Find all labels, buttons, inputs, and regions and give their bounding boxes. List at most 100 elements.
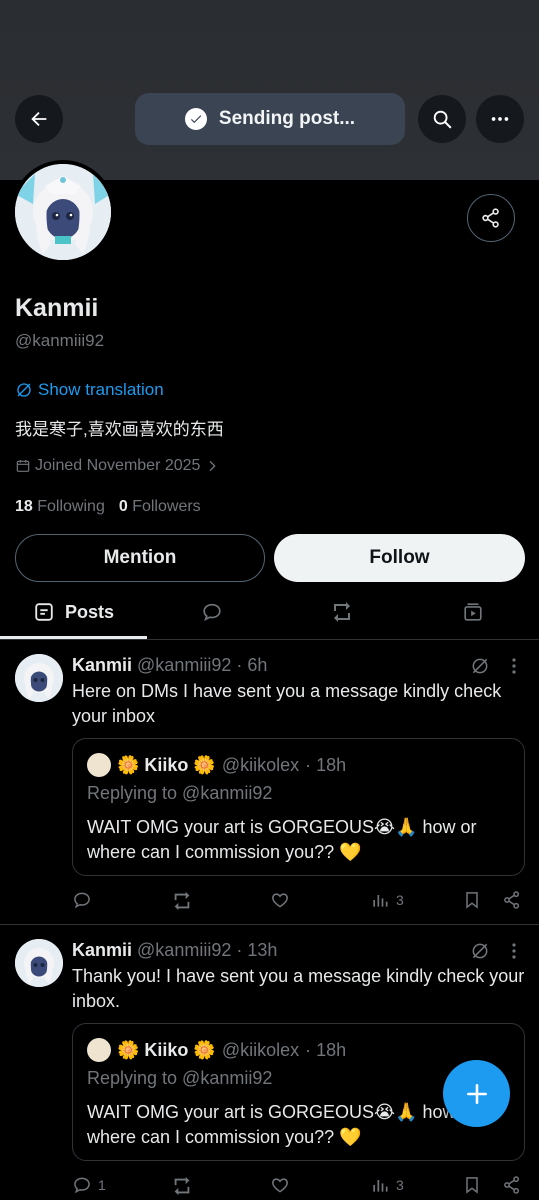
joined-date[interactable]: Joined November 2025 [15,457,220,475]
media-icon [464,603,482,621]
views-count: 3 [396,892,404,908]
quote-handle: @kiikolex [221,754,300,775]
reply-button[interactable]: 1 [72,1175,106,1195]
post-actions: 1 3 [72,1175,527,1199]
grok-icon[interactable] [470,656,490,676]
check-circle-icon [184,108,207,130]
share-icon [504,891,520,909]
more-dots-icon [491,117,509,121]
repost-icon [334,602,350,622]
share-button[interactable] [502,890,522,910]
post-item[interactable]: Kanmii @kanmiii92 · 13h Thank you! I hav… [0,925,539,1200]
profile-bio: 我是寒子,喜欢画喜欢的东西 [15,420,224,439]
reply-count: 1 [98,1177,106,1193]
reply-icon [74,892,90,909]
like-button[interactable] [270,1175,290,1195]
repost-icon [174,891,190,911]
share-icon [504,1176,520,1194]
views-chart-icon [373,1180,388,1192]
quote-header: 🌼 Kiiko 🌼 @kiikolex · 18h [87,753,346,777]
show-translation-link[interactable]: Show translation [15,380,164,400]
search-icon [433,110,452,129]
post-time: · 13h [236,940,278,960]
quoted-post[interactable]: 🌼 Kiiko 🌼 @kiikolex · 18h Replying to @k… [72,738,525,876]
share-profile-button[interactable] [467,194,515,242]
quote-text: WAIT OMG your art is GORGEOUS😭🙏 how or w… [87,817,477,862]
profile-name: Kanmii [15,294,99,322]
more-options-button[interactable] [476,95,524,143]
followers-label: Followers [132,498,201,515]
toast-text: Sending post... [218,108,356,129]
arrow-left-icon [31,111,47,127]
avatar-illustration [15,164,111,260]
follow-button[interactable]: Follow [274,534,525,582]
reply-button[interactable] [72,890,98,910]
post-more-icon[interactable] [506,656,522,676]
post-author[interactable]: Kanmii [72,940,132,960]
quote-avatar [87,1038,111,1062]
quote-time: · 18h [305,1039,347,1060]
quote-handle: @kiikolex [221,1039,300,1060]
bookmark-button[interactable] [462,890,482,910]
views-button[interactable]: 3 [370,1175,404,1195]
repost-icon [174,1176,190,1196]
following-link[interactable]: 18 Following [15,498,105,516]
profile-banner [0,0,539,180]
chevron-right-icon [209,460,217,472]
bookmark-button[interactable] [462,1175,482,1195]
views-chart-icon [373,895,388,907]
post-text: Here on DMs I have sent you a message ki… [72,681,502,726]
post-more-icon[interactable] [506,941,522,961]
post-header: Kanmii @kanmiii92 · 13h [72,940,277,961]
quote-author: 🌼 Kiiko 🌼 [117,754,216,775]
reply-bubble-icon [203,603,221,622]
following-count: 18 [15,498,33,515]
tab-posts[interactable]: Posts [0,586,147,638]
reply-icon [74,1177,90,1194]
post-author[interactable]: Kanmii [72,655,132,675]
tab-posts-label: Posts [64,601,115,622]
translate-icon [17,383,31,397]
quote-replying-to: Replying to @kanmii92 [87,1068,273,1088]
share-button[interactable] [502,1175,522,1195]
grok-icon[interactable] [470,941,490,961]
search-button[interactable] [418,95,466,143]
quote-time: · 18h [305,754,347,775]
profile-handle: @kanmiii92 [15,331,105,350]
avatar-illustration [15,654,63,702]
share-icon [482,208,499,228]
heart-icon [272,1178,288,1193]
post-item[interactable]: Kanmii @kanmiii92 · 6h Here on DMs I hav… [0,640,539,924]
post-actions: 3 [72,890,527,914]
repost-button[interactable] [171,890,193,912]
post-avatar[interactable] [15,654,63,702]
followers-count: 0 [118,498,128,515]
follow-counts: 18 Following 0 Followers [15,498,201,516]
calendar-icon [16,460,30,472]
show-translation-label: Show translation [38,380,164,399]
heart-icon [272,893,288,908]
tab-media[interactable] [407,586,539,638]
back-button[interactable] [15,95,63,143]
quote-author: 🌼 Kiiko 🌼 [117,1039,216,1060]
posts-icon [35,603,53,621]
active-tab-indicator [0,636,147,639]
sending-post-toast: Sending post... [135,93,405,145]
compose-post-button[interactable] [443,1060,510,1127]
post-header: Kanmii @kanmiii92 · 6h [72,655,267,676]
tab-replies[interactable] [147,586,277,638]
quote-replying-to: Replying to @kanmii92 [87,783,273,803]
post-handle: @kanmiii92 [137,940,232,960]
repost-button[interactable] [171,1175,193,1197]
mention-button[interactable]: Mention [15,534,265,582]
profile-avatar[interactable] [11,160,115,264]
like-button[interactable] [270,890,290,910]
post-text: Thank you! I have sent you a message kin… [72,966,525,1011]
tab-reposts[interactable] [277,586,407,638]
quote-header: 🌼 Kiiko 🌼 @kiikolex · 18h [87,1038,346,1062]
views-button[interactable]: 3 [370,890,404,910]
bookmark-icon [466,1177,478,1194]
avatar-illustration [15,939,63,987]
post-avatar[interactable] [15,939,63,987]
followers-link[interactable]: 0 Followers [119,498,201,516]
